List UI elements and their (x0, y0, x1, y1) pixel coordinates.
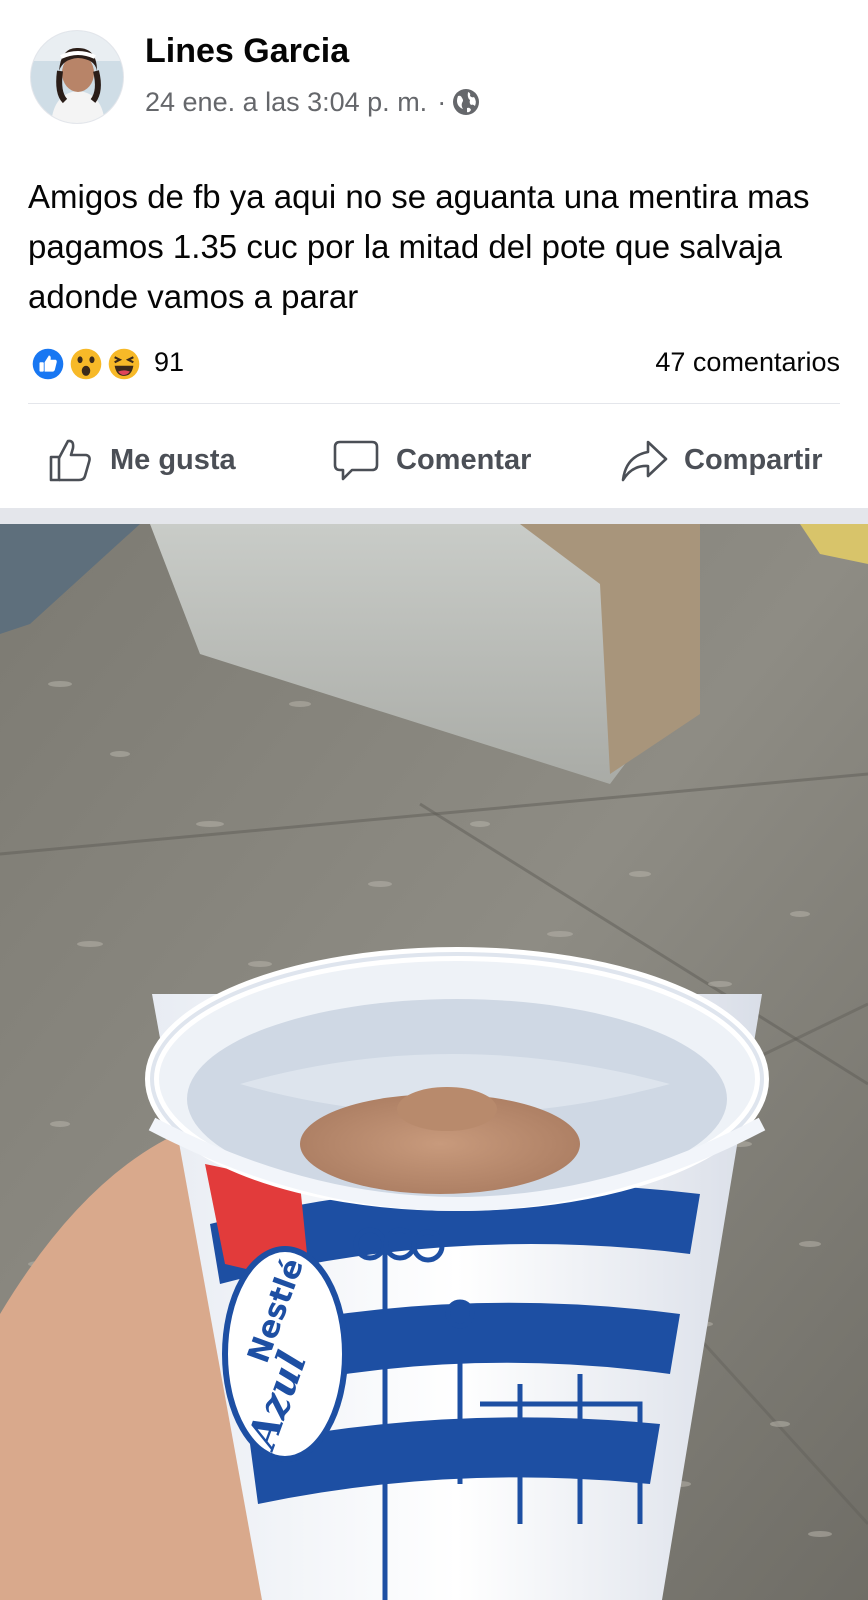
wow-icon (66, 344, 106, 384)
author-name[interactable]: Lines Garcia (145, 32, 349, 71)
reaction-icons (28, 344, 148, 384)
divider (28, 403, 840, 404)
post-timestamp[interactable]: 24 ene. a las 3:04 p. m. (145, 87, 427, 118)
reaction-count[interactable]: 91 (154, 347, 184, 378)
action-bar: Me gusta Comentar Compartir (0, 420, 868, 500)
avatar-image (31, 31, 123, 123)
post-text: Amigos de fb ya aqui no se aguanta una m… (28, 178, 810, 315)
comment-icon (333, 440, 379, 481)
post-header: Lines Garcia 24 ene. a las 3:04 p. m. · (0, 0, 868, 150)
post-photo[interactable]: Nestlé Azul (0, 524, 868, 1600)
globe-icon (452, 88, 480, 116)
post-separator (0, 508, 868, 524)
meta-separator: · (437, 86, 447, 117)
like-button[interactable]: Me gusta (46, 432, 236, 488)
comment-button[interactable]: Comentar (332, 432, 531, 488)
haha-icon (104, 344, 144, 384)
author-avatar[interactable] (30, 30, 124, 124)
share-label: Compartir (684, 443, 823, 476)
share-button[interactable]: Compartir (620, 432, 823, 488)
post-meta: 24 ene. a las 3:04 p. m. · (145, 84, 480, 120)
comment-label: Comentar (396, 443, 532, 476)
ice-cream-cup-photo: Nestlé Azul (0, 524, 868, 1600)
comment-count[interactable]: 47 comentarios (655, 347, 840, 378)
like-icon (28, 344, 68, 384)
like-label: Me gusta (110, 443, 236, 476)
share-icon (621, 440, 668, 482)
thumbs-up-icon (49, 439, 91, 482)
reactions-summary[interactable]: 91 47 comentarios (28, 340, 840, 390)
